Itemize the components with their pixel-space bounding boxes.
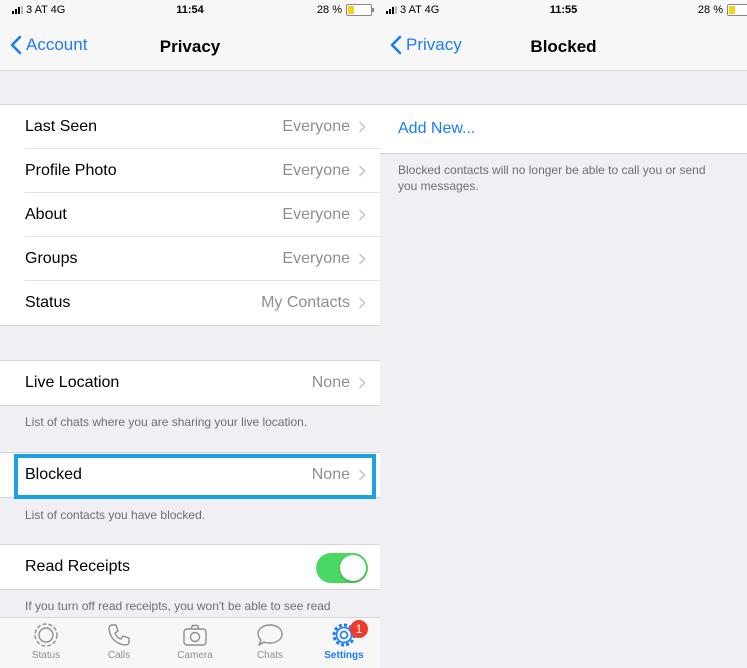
live-location-footer: List of chats where you are sharing your… xyxy=(25,415,308,429)
setting-value: Everyone xyxy=(282,250,350,267)
read-receipts-group: Read Receipts xyxy=(0,544,380,590)
setting-row-profile-photo[interactable]: Profile Photo Everyone xyxy=(0,149,380,193)
setting-label: About xyxy=(25,206,67,223)
setting-label: Last Seen xyxy=(25,118,98,135)
tab-settings[interactable]: 1 Settings xyxy=(314,620,374,661)
setting-row-read-receipts: Read Receipts xyxy=(0,545,380,589)
chevron-right-icon xyxy=(358,297,366,309)
battery-percent: 28 % xyxy=(697,4,723,16)
notification-badge: 1 xyxy=(350,620,368,638)
blocked-footer: List of contacts you have blocked. xyxy=(25,508,206,522)
chat-bubble-icon xyxy=(257,624,283,646)
back-button[interactable]: Account xyxy=(10,35,87,55)
setting-label: Status xyxy=(25,294,71,311)
setting-value: Everyone xyxy=(282,118,350,135)
setting-label: Live Location xyxy=(25,374,120,391)
tab-camera[interactable]: Camera xyxy=(165,622,225,661)
setting-label: Groups xyxy=(25,250,78,267)
setting-row-blocked[interactable]: Blocked None xyxy=(0,453,380,497)
setting-value: Everyone xyxy=(282,206,350,223)
back-button[interactable]: Privacy xyxy=(390,35,462,55)
battery-icon xyxy=(346,4,374,16)
setting-value: My Contacts xyxy=(261,294,350,311)
add-new-button[interactable]: Add New... xyxy=(398,120,475,138)
battery-percent: 28 % xyxy=(316,4,342,16)
read-receipts-toggle[interactable] xyxy=(316,553,368,583)
visibility-settings-group: Last Seen Everyone Profile Photo Everyon… xyxy=(0,104,380,326)
back-label: Privacy xyxy=(406,35,462,54)
chevron-right-icon xyxy=(358,165,366,177)
add-new-row: Add New... xyxy=(380,104,747,154)
setting-row-groups[interactable]: Groups Everyone xyxy=(0,237,380,281)
setting-row-last-seen[interactable]: Last Seen Everyone xyxy=(0,105,380,149)
tab-label: Calls xyxy=(107,650,131,661)
status-bar: 3 AT 4G 11:55 28 % xyxy=(380,0,747,22)
chevron-right-icon xyxy=(358,209,366,221)
setting-value: Everyone xyxy=(282,162,350,179)
tab-calls[interactable]: Calls xyxy=(89,622,149,661)
live-location-group: Live Location None xyxy=(0,360,380,406)
back-label: Account xyxy=(26,35,88,54)
battery-icon xyxy=(727,4,747,16)
status-bar: 3 AT 4G 11:54 28 % xyxy=(0,0,380,22)
nav-bar: Privacy Blocked xyxy=(380,22,747,71)
chevron-right-icon xyxy=(358,253,366,265)
setting-row-about[interactable]: About Everyone xyxy=(0,193,380,237)
tab-label: Status xyxy=(31,650,61,661)
blocked-info-footer: Blocked contacts will no longer be able … xyxy=(398,163,706,193)
blocked-group: Blocked None xyxy=(0,452,380,498)
chevron-left-icon xyxy=(10,35,22,55)
setting-row-status[interactable]: Status My Contacts xyxy=(0,281,380,325)
camera-icon xyxy=(183,624,207,646)
setting-label: Read Receipts xyxy=(25,558,130,575)
chevron-right-icon xyxy=(358,469,366,481)
nav-bar: Account Privacy xyxy=(0,22,380,71)
setting-row-live-location[interactable]: Live Location None xyxy=(0,361,380,405)
tab-status[interactable]: Status xyxy=(16,622,76,661)
setting-label: Blocked xyxy=(25,466,82,483)
chevron-right-icon xyxy=(358,121,366,133)
tab-label: Settings xyxy=(324,650,364,661)
blocked-screen: 3 AT 4G 11:55 28 % Privacy Blocked Add N… xyxy=(380,0,747,668)
setting-value: None xyxy=(311,374,350,391)
status-time: 11:55 xyxy=(549,4,578,16)
chevron-left-icon xyxy=(390,35,402,55)
tab-chats[interactable]: Chats xyxy=(240,622,300,661)
phone-icon xyxy=(108,624,130,646)
tab-label: Chats xyxy=(256,650,284,661)
status-icon xyxy=(34,623,58,647)
tab-bar: Status Calls Camera Chats 1 Settings xyxy=(0,617,380,668)
chevron-right-icon xyxy=(358,377,366,389)
setting-value: None xyxy=(311,466,350,483)
privacy-screen: 3 AT 4G 11:54 28 % Account Privacy Last … xyxy=(0,0,380,668)
tab-label: Camera xyxy=(177,650,213,661)
setting-label: Profile Photo xyxy=(25,162,117,179)
